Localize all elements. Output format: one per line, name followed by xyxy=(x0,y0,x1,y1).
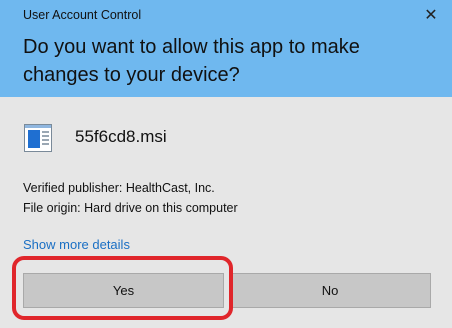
yes-button[interactable]: Yes xyxy=(23,273,224,308)
verified-publisher: Verified publisher: HealthCast, Inc. xyxy=(23,181,215,195)
prompt-question: Do you want to allow this app to make ch… xyxy=(23,36,360,86)
show-more-details-link[interactable]: Show more details xyxy=(23,237,130,252)
dialog-header: User Account Control ✕ Do you want to al… xyxy=(0,0,452,97)
window-title: User Account Control xyxy=(23,8,142,22)
close-icon: ✕ xyxy=(424,7,438,24)
installer-file-icon xyxy=(24,124,52,152)
no-button[interactable]: No xyxy=(229,273,431,308)
file-origin: File origin: Hard drive on this computer xyxy=(23,201,238,215)
app-filename: 55f6cd8.msi xyxy=(75,127,167,146)
close-button[interactable]: ✕ xyxy=(420,4,442,26)
